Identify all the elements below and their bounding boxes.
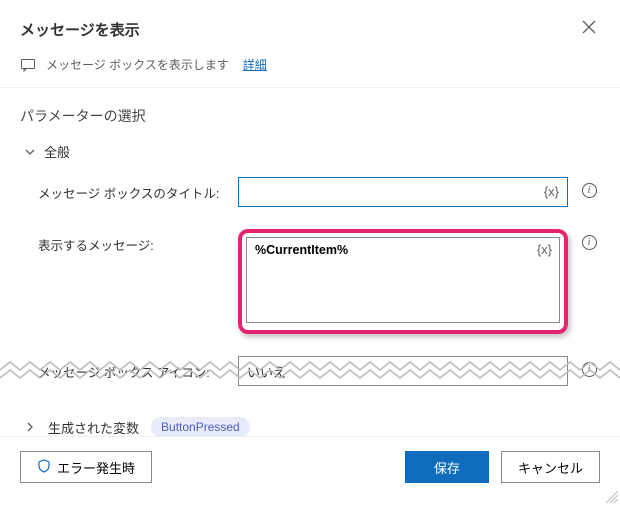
cancel-button[interactable]: キャンセル — [501, 451, 600, 483]
field-icon-select[interactable]: いいえ — [238, 356, 568, 386]
on-error-button[interactable]: エラー発生時 — [20, 451, 152, 483]
close-button[interactable] — [578, 16, 600, 42]
save-button[interactable]: 保存 — [405, 451, 489, 483]
group-general-toggle[interactable]: 全般 — [0, 134, 620, 171]
field-icon-label: メッセージ ボックス アイコン: — [38, 356, 228, 381]
dialog-title: メッセージを表示 — [20, 19, 140, 40]
on-error-label: エラー発生時 — [57, 458, 135, 477]
highlight-annotation: {x} — [238, 229, 568, 334]
field-title-input[interactable] — [238, 177, 568, 207]
variable-picker-button[interactable]: {x} — [541, 182, 562, 201]
variable-picker-button[interactable]: {x} — [537, 242, 552, 257]
close-icon — [582, 20, 596, 34]
group-general-label: 全般 — [44, 142, 70, 161]
resize-grip-icon[interactable] — [606, 491, 618, 503]
section-title: パラメーターの選択 — [0, 88, 620, 134]
generated-vars-label: 生成された変数 — [48, 418, 139, 437]
details-link[interactable]: 詳細 — [243, 56, 267, 73]
info-icon[interactable]: i — [582, 362, 597, 377]
chevron-right-icon[interactable] — [24, 421, 36, 433]
shield-icon — [37, 459, 51, 476]
message-icon — [20, 57, 36, 73]
field-title-label: メッセージ ボックスのタイトル: — [38, 177, 228, 202]
field-message-label: 表示するメッセージ: — [38, 229, 228, 254]
chevron-down-icon — [24, 146, 36, 158]
generated-var-pill[interactable]: ButtonPressed — [151, 417, 250, 437]
info-icon[interactable]: i — [582, 183, 597, 198]
description-text: メッセージ ボックスを表示します — [46, 56, 229, 73]
info-icon[interactable]: i — [582, 235, 597, 250]
field-message-input[interactable] — [246, 237, 560, 323]
field-icon-value: いいえ — [247, 362, 286, 381]
description-row: メッセージ ボックスを表示します 詳細 — [0, 52, 620, 87]
